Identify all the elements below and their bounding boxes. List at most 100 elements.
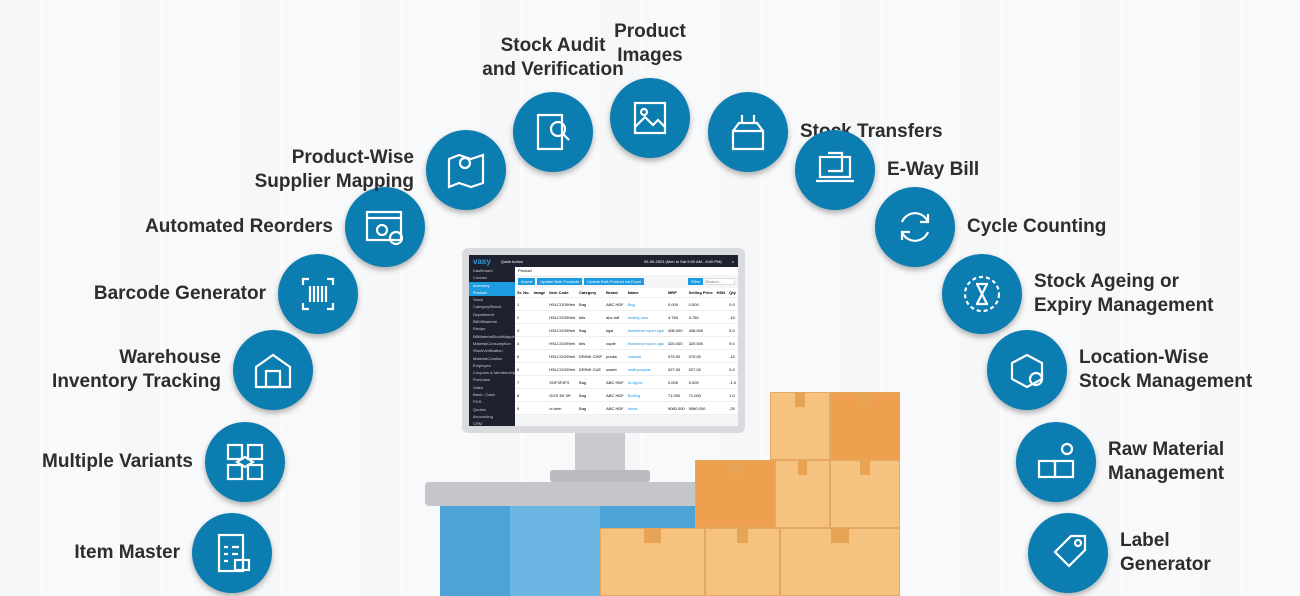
sidebar-item[interactable]: Quotes [469, 406, 515, 413]
table-cell: Bag [577, 323, 605, 337]
table-row[interactable]: 2 HSLCOO99eh bits abc hdf testing new 4.750 4.… [515, 310, 738, 324]
table-cell: -20 [727, 401, 738, 415]
feature-label: Product Images [614, 21, 686, 66]
box [705, 528, 780, 596]
variant-boxes-feature-circle [205, 422, 285, 502]
table-cell: 4.750 [665, 310, 687, 324]
table-cell: 0.000 [665, 297, 687, 311]
table-row[interactable]: 9 ut ahm Bag ABC HDF dress 9080.000 9080.000 -2… [515, 401, 738, 415]
table-cell[interactable]: seafrywaysis [625, 362, 666, 376]
table-cell[interactable]: dress [625, 401, 666, 415]
sidebar-item[interactable]: Coupons & Membership/Offer [469, 369, 515, 376]
table-cell: DRINK CUE [577, 362, 605, 376]
table-cell[interactable]: Botting [625, 388, 666, 402]
feature-label: Barcode Generator [93, 283, 266, 304]
table-cell[interactable]: bluediesel sport kgsi [625, 336, 666, 350]
column-header: Name [625, 288, 666, 298]
app-logo: vasy [473, 256, 491, 266]
table-cell: HSLCOO99eh [547, 336, 578, 350]
sidebar-item[interactable]: Department [469, 311, 515, 318]
gear-window-feature-circle [345, 187, 425, 267]
sidebar-item[interactable]: MaterialConsumption [469, 340, 515, 347]
update-bulk-products-button[interactable]: Update Bulk Products [537, 278, 583, 285]
feature-label: Automated Reorders [145, 216, 333, 237]
filter-button[interactable]: Filter [688, 278, 703, 285]
box [600, 528, 705, 596]
sidebar-item[interactable]: Bank / Cash [469, 391, 515, 398]
import-button[interactable]: Import [518, 278, 536, 285]
box [780, 528, 900, 596]
warehouse-feature-circle [233, 330, 313, 410]
sidebar-item[interactable]: Stock [469, 296, 515, 303]
counter-top [425, 482, 715, 506]
search-input[interactable] [705, 278, 735, 285]
sidebar-item[interactable]: Category/Brand [469, 303, 515, 310]
app-topbar: vasy Quick Action 09-05-2023 (Mon to Sat… [469, 255, 738, 267]
sidebar-item[interactable]: Purchase [469, 376, 515, 383]
table-cell[interactable]: bluediesel sport kgsi [625, 323, 666, 337]
tag-icon [1053, 534, 1087, 568]
update-bulk-excel-button[interactable]: Update Bulk Product via Excel [584, 278, 644, 285]
table-row[interactable]: 1 HSLCOO99eh Bag ABC HDF Bag 0.000 0.000 0.0 [515, 297, 738, 311]
sidebar-item[interactable]: BillMaterialStockMapping [469, 333, 515, 340]
sidebar-item[interactable]: Accounting [469, 413, 515, 420]
table-cell[interactable]: Bag [625, 297, 666, 311]
table-cell: 6 [515, 362, 532, 376]
table-cell: 5.0 [727, 323, 738, 337]
table-cell [714, 349, 728, 363]
checklist-boxes-icon [217, 533, 251, 573]
sidebar-item[interactable]: POS [469, 398, 515, 405]
sidebar-item[interactable]: Dashboard [469, 267, 515, 274]
table-row[interactable]: 8 GGS 3H 3H Bag ABC HDF Botting 71.000 71.000 1… [515, 388, 738, 402]
table-cell [714, 375, 728, 389]
sidebar-item[interactable]: CRM [469, 420, 515, 426]
feature-label: Product-Wise Supplier Mapping [254, 147, 414, 192]
sidebar-item[interactable]: Contact [469, 274, 515, 281]
table-cell [714, 310, 728, 324]
sidebar-item[interactable]: Recipe [469, 325, 515, 332]
table-cell: -1.0 [727, 375, 738, 389]
table-cell: 9 [515, 401, 532, 415]
table-cell: 320.000 [665, 336, 687, 350]
table-cell: bits [577, 336, 605, 350]
quick-action[interactable]: Quick Action [501, 259, 523, 264]
map-pin-icon [447, 153, 485, 189]
table-row[interactable]: 5 HSLCOO99eh DRINK CHIP punks colonial 079.00… [515, 349, 738, 363]
sidebar-item[interactable]: Product [469, 288, 515, 297]
feature-label: Stock Ageing or Expiry Management [1034, 271, 1214, 316]
sidebar-item[interactable]: StockVerification [469, 347, 515, 354]
table-cell: 4.750 [686, 310, 715, 324]
table-cell[interactable]: testing new [625, 310, 666, 324]
table-cell[interactable]: colonial [625, 349, 666, 363]
table-row[interactable]: 3 HSLCOO99eh Bag kgsi bluediesel sport kgsi 4… [515, 323, 738, 337]
audit-magnifier-icon [536, 113, 570, 151]
search-icon[interactable]: ⌕ [732, 259, 734, 264]
feature-label: Raw Material Management [1108, 439, 1225, 484]
table-cell: HSLCOO99eh [547, 297, 578, 311]
app-sidebar: Dashboard Contact Inventory Product Stock Cat… [469, 267, 515, 426]
sidebar-item[interactable]: Inventory [469, 281, 515, 289]
feature-label: Cycle Counting [967, 216, 1107, 237]
table-row[interactable]: 7 SGF3F3F3 Bag ABC HDF ht-Apple 0.000 0.000 -1.… [515, 375, 738, 389]
table-row[interactable]: 4 HSLCOO99eh bits cuple bluediesel sport kgs… [515, 336, 738, 350]
table-cell: 2 [515, 310, 532, 324]
table-cell: ut ahm [547, 401, 578, 415]
table-cell[interactable]: ht-Apple [625, 375, 666, 389]
table-cell: ABC HDF [604, 401, 626, 415]
gear-window-icon [365, 210, 404, 246]
cycle-arrows-icon [900, 212, 930, 242]
table-cell: 0.0 [727, 297, 738, 311]
column-header: Sr. No. [515, 288, 532, 298]
product-table: Sr. No. Image Item Code Category Brand Name MR… [515, 288, 738, 415]
sidebar-item[interactable]: MaterialCreation [469, 355, 515, 362]
feature-label: Label Generator [1120, 530, 1211, 575]
image-feature-circle [610, 78, 690, 158]
table-cell: -10 [727, 349, 738, 363]
checklist-boxes-feature-circle [192, 513, 272, 593]
table-row[interactable]: 6 HSLCOO99eh DRINK CUE sweet seafrywaysis 027… [515, 362, 738, 376]
sidebar-item[interactable]: Sales [469, 384, 515, 391]
sidebar-item[interactable]: Employee [469, 362, 515, 369]
sidebar-item[interactable]: BillOfMaterial [469, 318, 515, 325]
barcode-feature-circle [278, 254, 358, 334]
table-cell [714, 362, 728, 376]
